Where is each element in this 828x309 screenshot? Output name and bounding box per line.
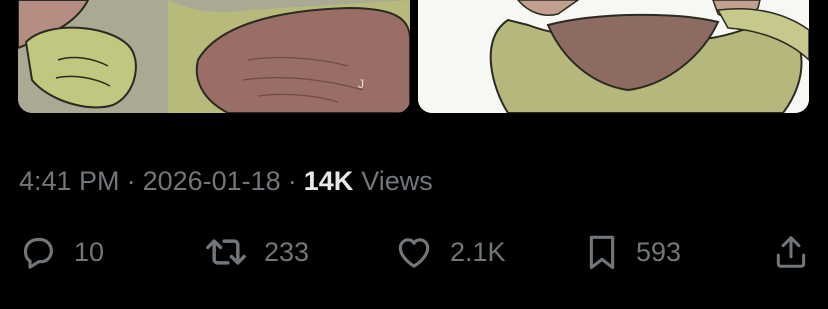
like-button[interactable]: 2.1K [394,226,506,278]
meta-separator: · [287,165,297,196]
reply-button[interactable]: 10 [18,226,104,278]
tweet-time[interactable]: 4:41 PM [19,166,120,197]
repost-button[interactable]: 233 [204,226,309,278]
tweet-date[interactable]: 2026-01-18 [143,166,281,197]
heart-icon [398,238,430,268]
like-count: 2.1K [450,236,506,267]
tweet-meta-line: 4:41 PM · 2026-01-18 · 14K Views [19,163,433,199]
tweet-action-bar: 10 233 2.1K 593 [0,226,828,278]
reply-icon [23,237,53,269]
bookmark-count: 593 [636,236,682,267]
repost-icon [206,239,246,265]
views-count[interactable]: 14K [304,166,354,197]
views-label: Views [361,165,433,196]
reply-count: 10 [74,236,105,267]
tweet-media-grid: J [0,0,828,116]
bookmark-button[interactable]: 593 [584,226,681,278]
share-button[interactable] [772,226,810,278]
media-image-right[interactable] [418,0,809,113]
illustration-left: J [18,0,410,113]
bookmark-icon [589,235,615,270]
share-icon [776,236,806,268]
artist-watermark: J [358,77,364,91]
illustration-right [418,0,809,113]
repost-count: 233 [264,236,310,267]
media-image-left[interactable]: J [18,0,410,113]
meta-separator: · [126,165,136,196]
